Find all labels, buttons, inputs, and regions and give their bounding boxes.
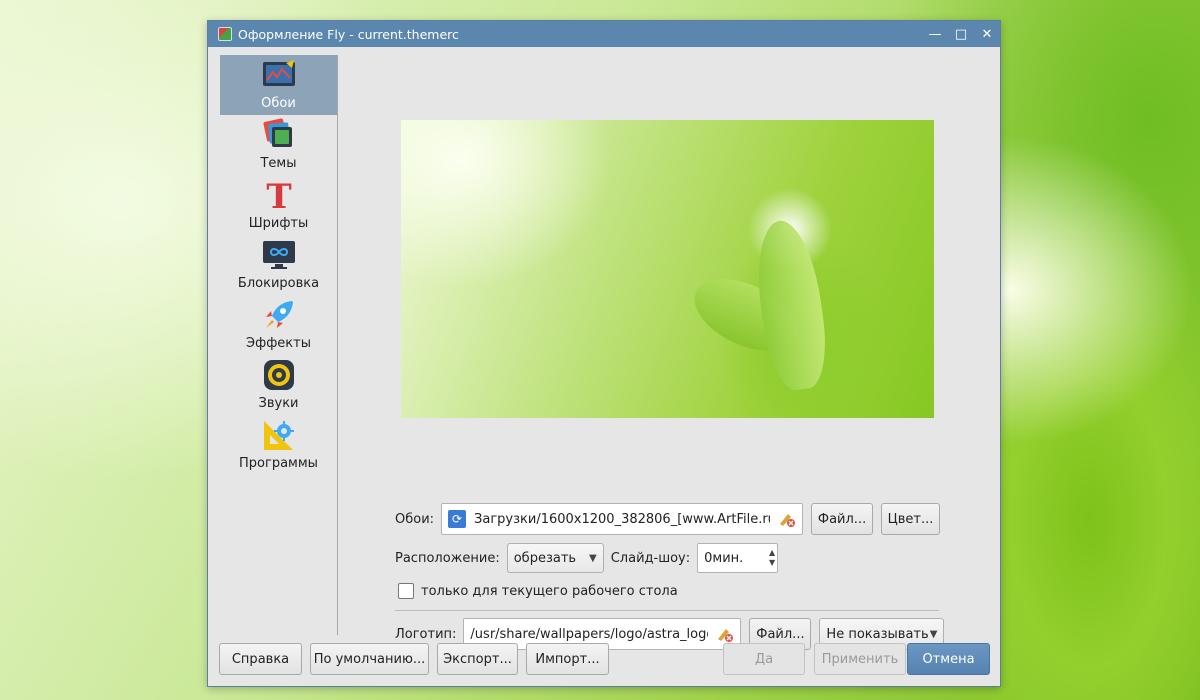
wallpaper-color-button[interactable]: Цвет... bbox=[881, 503, 941, 535]
window-body: Обои Темы T Шрифты Блокировка Эффекты Зв… bbox=[208, 47, 1000, 686]
apply-button[interactable]: Применить bbox=[814, 643, 906, 675]
sidebar-item-effects[interactable]: Эффекты bbox=[220, 295, 337, 355]
wallpaper-row: Обои: ⟳ Загрузки/1600x1200_382806_[www.A… bbox=[395, 503, 941, 535]
programs-icon bbox=[262, 418, 296, 452]
themes-icon bbox=[262, 118, 296, 152]
wallpaper-path-field[interactable]: ⟳ Загрузки/1600x1200_382806_[www.ArtFile… bbox=[441, 503, 804, 535]
export-button[interactable]: Экспорт... bbox=[437, 643, 518, 675]
lock-screen-icon bbox=[262, 238, 296, 272]
minimize-button[interactable]: — bbox=[922, 21, 948, 47]
svg-text:T: T bbox=[266, 178, 291, 212]
window-title: Оформление Fly - current.themerc bbox=[238, 26, 459, 42]
slideshow-spinbox[interactable]: 0мин. ▲ ▼ bbox=[697, 543, 779, 573]
placement-value: обрезать bbox=[513, 550, 577, 566]
chevron-down-icon: ▼ bbox=[589, 552, 597, 564]
wallpaper-preview bbox=[401, 120, 934, 418]
current-desktop-checkbox[interactable] bbox=[398, 583, 414, 599]
chevron-down-icon: ▼ bbox=[929, 628, 938, 640]
logo-path-value: /usr/share/wallpapers/logo/astra_logo bbox=[470, 626, 709, 642]
fonts-icon: T bbox=[262, 178, 296, 212]
app-icon bbox=[218, 27, 232, 41]
sidebar-item-label: Шрифты bbox=[248, 216, 309, 231]
sidebar: Обои Темы T Шрифты Блокировка Эффекты Зв… bbox=[220, 55, 338, 635]
placement-select[interactable]: обрезать ▼ bbox=[506, 543, 604, 573]
logo-label: Логотип: bbox=[395, 626, 457, 642]
sidebar-item-fonts[interactable]: T Шрифты bbox=[220, 175, 337, 235]
close-button[interactable]: ✕ bbox=[974, 21, 1000, 47]
wallpaper-icon bbox=[262, 58, 296, 92]
sidebar-item-sounds[interactable]: Звуки bbox=[220, 355, 337, 415]
current-desktop-label: только для текущего рабочего стола bbox=[421, 583, 678, 599]
wallpaper-path-value: Загрузки/1600x1200_382806_[www.ArtFile.r… bbox=[474, 511, 770, 527]
sidebar-item-label: Звуки bbox=[258, 396, 299, 411]
spin-up-icon[interactable]: ▲ bbox=[769, 548, 775, 558]
sidebar-item-programs[interactable]: Программы bbox=[220, 415, 337, 475]
title-bar[interactable]: Оформление Fly - current.themerc — □ ✕ bbox=[208, 21, 1000, 47]
defaults-button[interactable]: По умолчанию... bbox=[310, 643, 429, 675]
placement-label: Расположение: bbox=[395, 550, 500, 566]
logo-mode-value: Не показывать bbox=[826, 626, 929, 642]
help-button[interactable]: Справка bbox=[219, 643, 302, 675]
clear-icon[interactable] bbox=[778, 510, 796, 528]
wallpaper-file-button[interactable]: Файл... bbox=[811, 503, 874, 535]
import-button[interactable]: Импорт... bbox=[526, 643, 609, 675]
sidebar-item-label: Темы bbox=[260, 156, 297, 171]
sidebar-item-label: Эффекты bbox=[246, 336, 311, 351]
cancel-button[interactable]: Отмена bbox=[907, 643, 990, 675]
placement-row: Расположение: обрезать ▼ Слайд-шоу: 0мин… bbox=[395, 543, 779, 573]
spin-arrows[interactable]: ▲ ▼ bbox=[769, 548, 775, 568]
spin-down-icon[interactable]: ▼ bbox=[769, 558, 775, 568]
sidebar-item-label: Обои bbox=[261, 96, 296, 111]
slideshow-value: 0мин. bbox=[704, 550, 744, 566]
rocket-icon bbox=[262, 298, 296, 332]
refresh-icon: ⟳ bbox=[448, 510, 467, 528]
sidebar-item-wallpaper[interactable]: Обои bbox=[220, 55, 337, 115]
preview-leaf-shape bbox=[749, 216, 833, 394]
clear-icon[interactable] bbox=[716, 625, 734, 643]
sidebar-item-label: Программы bbox=[239, 456, 318, 471]
maximize-button[interactable]: □ bbox=[948, 21, 974, 47]
ok-button[interactable]: Да bbox=[723, 643, 805, 675]
wallpaper-label: Обои: bbox=[395, 511, 435, 527]
divider bbox=[395, 610, 939, 611]
current-desktop-row: только для текущего рабочего стола bbox=[398, 583, 678, 599]
sidebar-item-label: Блокировка bbox=[237, 276, 320, 291]
sidebar-item-lock[interactable]: Блокировка bbox=[220, 235, 337, 295]
speaker-icon bbox=[262, 358, 296, 392]
appearance-window: Оформление Fly - current.themerc — □ ✕ О… bbox=[207, 20, 1001, 687]
slideshow-label: Слайд-шоу: bbox=[610, 550, 691, 566]
sidebar-item-themes[interactable]: Темы bbox=[220, 115, 337, 175]
